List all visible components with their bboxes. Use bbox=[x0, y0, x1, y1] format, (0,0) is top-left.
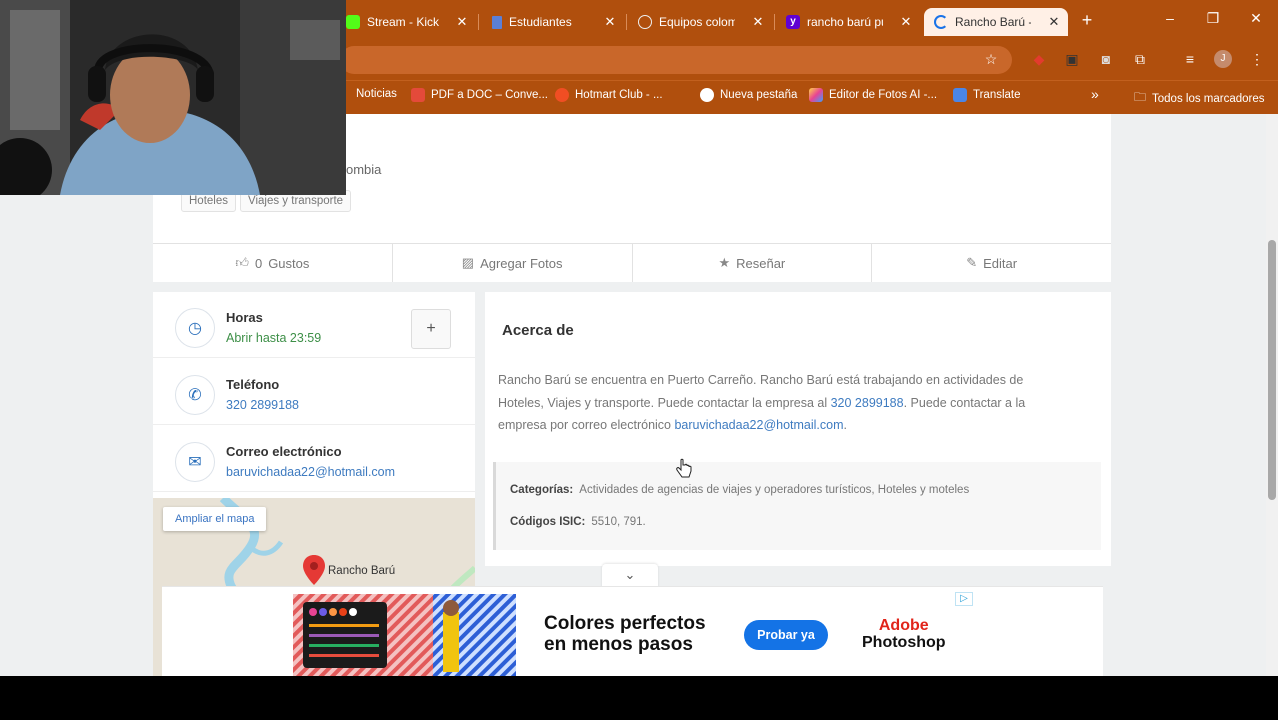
tab-divider bbox=[774, 14, 775, 30]
like-button[interactable]: 👍︎ 0 Gustos bbox=[153, 244, 393, 282]
loading-icon bbox=[934, 15, 948, 29]
editor-icon bbox=[809, 88, 823, 102]
tab-estudiantes[interactable]: Estudiantes ✕ bbox=[492, 8, 618, 36]
hours-value: Abrir hasta 23:59 bbox=[226, 331, 322, 345]
extension-app-icon[interactable]: ◙ bbox=[1097, 50, 1115, 68]
new-tab-button[interactable]: + bbox=[1078, 10, 1096, 31]
about-title: Acerca de bbox=[502, 322, 574, 339]
close-window-icon[interactable]: ✕ bbox=[1246, 10, 1266, 27]
close-tab-icon[interactable]: ✕ bbox=[1046, 14, 1062, 30]
review-button[interactable]: ★ Reseñar bbox=[633, 244, 873, 282]
bookmark-pdf-doc[interactable]: PDF a DOC – Conve... bbox=[411, 88, 548, 102]
pdf-icon bbox=[411, 88, 425, 102]
categories-box: Categorías: Actividades de agencias de vi… bbox=[493, 462, 1101, 550]
close-tab-icon[interactable]: ✕ bbox=[454, 14, 470, 30]
star-icon: ★ bbox=[718, 255, 731, 270]
profile-avatar[interactable]: J bbox=[1214, 50, 1232, 68]
ad-artwork bbox=[293, 594, 516, 676]
phone-label: Teléfono bbox=[226, 377, 280, 392]
folder-icon: 🗀 bbox=[1134, 90, 1147, 104]
email-label: Correo electrónico bbox=[226, 444, 342, 459]
bookmark-editor-fotos[interactable]: Editor de Fotos AI -... bbox=[809, 88, 937, 102]
edit-icon: ✎ bbox=[966, 255, 978, 270]
kick-icon bbox=[346, 15, 360, 29]
globe-icon bbox=[638, 15, 652, 29]
webcam-person-image bbox=[0, 0, 346, 195]
bookmark-nueva-pestana[interactable]: Nueva pestaña bbox=[700, 88, 797, 102]
categories-row: Categorías: Actividades de agencias de vi… bbox=[510, 484, 970, 496]
webcam-overlay bbox=[0, 0, 346, 195]
chevron-down-icon: ⌄ bbox=[624, 567, 636, 582]
minimize-icon[interactable]: – bbox=[1160, 10, 1180, 26]
tab-divider bbox=[626, 14, 627, 30]
about-description: Rancho Barú se encuentra en Puerto Carre… bbox=[498, 373, 1026, 432]
tab-kick-stream[interactable]: Stream - Kick D ✕ bbox=[346, 8, 470, 36]
add-photos-button[interactable]: ▨ Agregar Fotos bbox=[393, 244, 633, 282]
tab-yahoo-search[interactable]: y rancho barú pue ✕ bbox=[786, 8, 914, 36]
close-tab-icon[interactable]: ✕ bbox=[750, 14, 766, 30]
collapse-ad-button[interactable]: ⌄ bbox=[602, 564, 658, 588]
page-scrollbar[interactable] bbox=[1266, 114, 1278, 676]
phone-icon: ✆ bbox=[175, 375, 215, 415]
ad-headline: Colores perfectos en menos pasos bbox=[544, 613, 706, 655]
translate-icon bbox=[953, 88, 967, 102]
yahoo-icon: y bbox=[786, 15, 800, 29]
extension-game-icon[interactable]: ▣ bbox=[1063, 50, 1081, 68]
clock-icon: ◷ bbox=[175, 308, 215, 348]
bookmark-star-icon[interactable]: ☆ bbox=[982, 50, 1000, 68]
hand-cursor-icon bbox=[676, 458, 692, 478]
ad-choices-icon[interactable]: ▷ bbox=[955, 592, 973, 606]
video-bottom-bar bbox=[0, 676, 1278, 720]
tab-divider bbox=[478, 14, 479, 30]
listing-action-bar: 👍︎ 0 Gustos ▨ Agregar Fotos ★ Reseñar ✎ … bbox=[153, 243, 1111, 282]
edit-button[interactable]: ✎ Editar bbox=[872, 244, 1111, 282]
doc-icon bbox=[492, 15, 502, 29]
restore-icon[interactable]: ❐ bbox=[1203, 10, 1223, 27]
ad-image bbox=[293, 594, 516, 676]
map-pin-icon[interactable] bbox=[301, 554, 327, 586]
adobe-photoshop-logo: Adobe Photoshop bbox=[862, 617, 946, 651]
expand-map-button[interactable]: Ampliar el mapa bbox=[163, 507, 267, 531]
hours-row: ◷ Horas Abrir hasta 23:59 + bbox=[153, 292, 475, 358]
close-tab-icon[interactable]: ✕ bbox=[602, 14, 618, 30]
isic-row: Códigos ISIC: 5510, 791. bbox=[510, 516, 646, 528]
envelope-icon: ✉ bbox=[175, 442, 215, 482]
bookmark-noticias[interactable]: Noticias bbox=[356, 88, 397, 100]
expand-hours-button[interactable]: + bbox=[411, 309, 451, 349]
about-phone-link[interactable]: 320 2899188 bbox=[831, 396, 904, 410]
bookmark-translate[interactable]: Translate bbox=[953, 88, 1021, 102]
about-email-link[interactable]: baruvichadaa22@hotmail.com bbox=[674, 418, 843, 432]
listing-location: ombia bbox=[346, 162, 382, 177]
phone-link[interactable]: 320 2899188 bbox=[226, 398, 299, 412]
image-icon: ▨ bbox=[461, 255, 475, 270]
adobe-banner-ad[interactable]: Colores perfectos en menos pasos Probar … bbox=[162, 586, 1103, 676]
bookmarks-overflow-button[interactable]: » bbox=[1091, 86, 1099, 102]
scrollbar-thumb[interactable] bbox=[1268, 240, 1276, 500]
address-bar[interactable] bbox=[340, 46, 1012, 74]
tab-rancho-baru-active[interactable]: Rancho Barú - P ✕ bbox=[924, 8, 1068, 36]
email-row: ✉ Correo electrónico baruvichadaa22@hotm… bbox=[153, 426, 475, 492]
chrome-icon bbox=[700, 88, 714, 102]
bookmark-hotmart[interactable]: Hotmart Club - ... bbox=[555, 88, 663, 102]
media-queue-icon[interactable]: ≡ bbox=[1181, 50, 1199, 68]
ad-cta-button[interactable]: Probar ya bbox=[744, 620, 828, 650]
web-page-viewport: ombia Hoteles Viajes y transporte 👍︎ 0 G… bbox=[0, 114, 1266, 676]
puzzle-icon[interactable]: ⧉ bbox=[1131, 50, 1149, 68]
hotmart-icon bbox=[555, 88, 569, 102]
thumbs-up-icon: 👍︎ bbox=[235, 255, 249, 270]
close-tab-icon[interactable]: ✕ bbox=[898, 14, 914, 30]
about-card: Acerca de Rancho Barú se encuentra en Pu… bbox=[485, 292, 1111, 566]
map-pin-label: Rancho Barú bbox=[328, 565, 396, 577]
hours-label: Horas bbox=[226, 310, 263, 325]
phone-row: ✆ Teléfono 320 2899188 bbox=[153, 359, 475, 425]
email-link[interactable]: baruvichadaa22@hotmail.com bbox=[226, 465, 395, 479]
extension-shield-icon[interactable]: ◆ bbox=[1030, 50, 1048, 68]
all-bookmarks-folder[interactable]: 🗀 Todos los marcadores bbox=[1134, 88, 1265, 109]
tab-equipos[interactable]: Equipos colomb ✕ bbox=[638, 8, 766, 36]
menu-kebab-icon[interactable]: ⋮ bbox=[1248, 50, 1266, 68]
